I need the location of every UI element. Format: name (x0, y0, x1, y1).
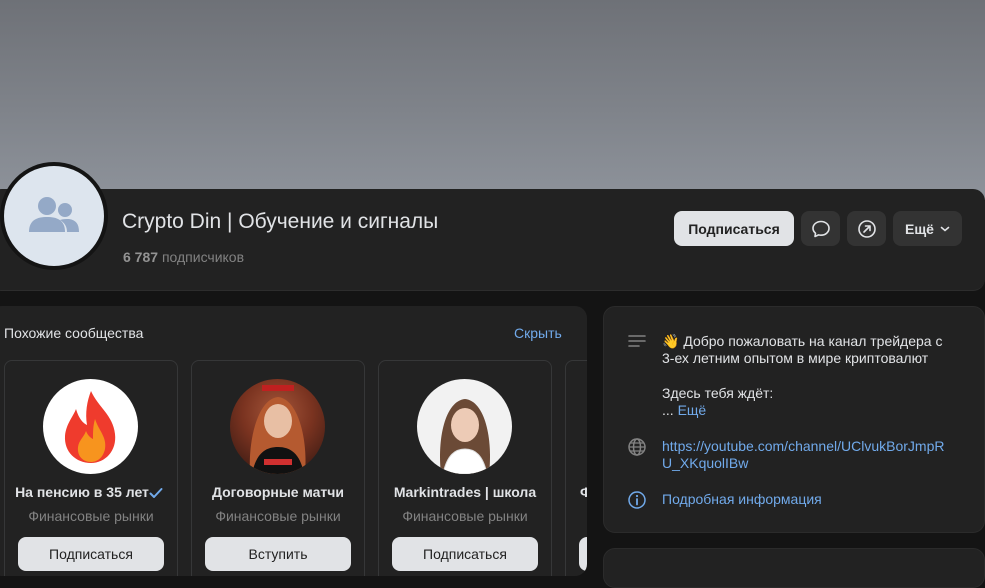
community-info: 👋 Добро пожаловать на канал трейдера с 3… (603, 306, 985, 533)
community-name[interactable]: Ф (580, 484, 587, 500)
section-title: Похожие сообщества (4, 325, 144, 341)
show-more-link[interactable]: Ещё (678, 402, 707, 418)
community-card[interactable]: Договорные матчи Финансовые рынки Вступи… (191, 360, 365, 576)
page-title: Crypto Din | Обучение и сигналы (122, 210, 439, 233)
description-lines-icon (628, 335, 646, 347)
similar-communities: Похожие сообщества Скрыть На пенсию в 35… (0, 306, 587, 576)
description-text: 👋 Добро пожаловать на канал трейдера с 3… (662, 333, 943, 366)
cover-image (0, 0, 985, 200)
chevron-down-icon (940, 226, 950, 232)
community-name[interactable]: Договорные матчи (200, 484, 356, 500)
subscribe-button[interactable]: Подписаться (18, 537, 164, 571)
subscribe-button[interactable]: Подписаться (392, 537, 538, 571)
community-avatar[interactable] (230, 379, 325, 474)
chat-bubble-icon (811, 220, 830, 237)
subscribe-button[interactable] (579, 537, 587, 571)
community-name[interactable]: На пенсию в 35 лет (13, 484, 151, 500)
details-link[interactable]: Подробная информация (662, 491, 822, 508)
description-continued: Здесь тебя ждёт: ... Ещё (662, 385, 774, 418)
more-button[interactable]: Ещё (893, 211, 962, 246)
community-avatar[interactable] (417, 379, 512, 474)
community-card[interactable]: На пенсию в 35 лет Финансовые рынки Подп… (4, 360, 178, 576)
verified-icon (149, 488, 163, 498)
subscriber-count[interactable]: 6 787 подписчиков (123, 249, 244, 265)
subscribe-button[interactable]: Подписаться (674, 211, 794, 246)
hide-link[interactable]: Скрыть (514, 325, 562, 341)
message-button[interactable] (801, 211, 840, 246)
globe-icon (628, 438, 646, 456)
person-photo-icon (249, 385, 306, 474)
join-button[interactable]: Вступить (205, 537, 351, 571)
community-card[interactable]: Ф (565, 360, 587, 576)
share-arrow-icon (857, 219, 876, 238)
community-avatar[interactable] (43, 379, 138, 474)
next-section-card (603, 548, 985, 588)
info-icon (628, 491, 646, 509)
website-link[interactable]: https://youtube.com/channel/UClvukBorJmp… (662, 438, 944, 472)
community-category: Финансовые рынки (402, 508, 528, 524)
share-button[interactable] (847, 211, 886, 246)
community-category: Финансовые рынки (28, 508, 154, 524)
community-card[interactable]: Markintrades | школа Финансовые рынки По… (378, 360, 552, 576)
flame-icon (64, 391, 116, 463)
users-icon (29, 197, 79, 232)
person-photo-icon (440, 399, 490, 474)
community-name[interactable]: Markintrades | школа (387, 484, 543, 500)
community-avatar[interactable] (0, 162, 108, 270)
community-category: Финансовые рынки (215, 508, 341, 524)
